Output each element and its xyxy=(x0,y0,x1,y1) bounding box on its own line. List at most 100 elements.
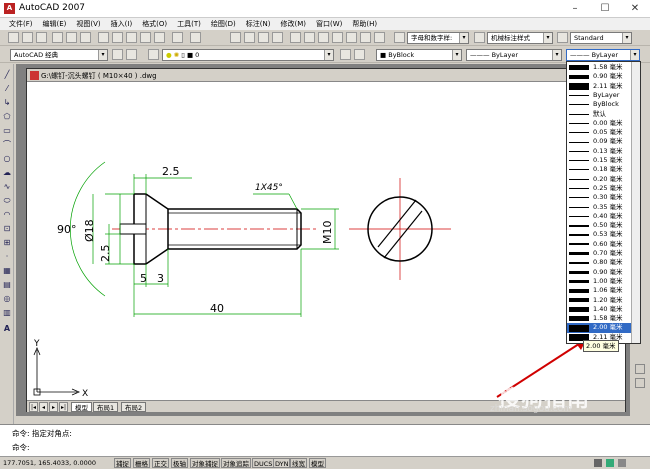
print-icon[interactable] xyxy=(52,32,63,43)
cut-icon[interactable] xyxy=(98,32,109,43)
tray-settings-icon[interactable] xyxy=(606,459,614,467)
otrack-toggle[interactable]: 对象追踪 xyxy=(221,458,251,468)
erase-icon[interactable] xyxy=(635,364,645,374)
lock-icon[interactable] xyxy=(594,459,602,467)
lineweight-option[interactable]: 默认 xyxy=(567,110,631,119)
arc-icon[interactable]: ⌒ xyxy=(2,140,12,150)
explode-icon[interactable] xyxy=(635,378,645,388)
insert-block-icon[interactable]: ⊡ xyxy=(2,224,12,234)
ellipse-arc-icon[interactable]: ◠ xyxy=(2,210,12,220)
layer-manager-icon[interactable] xyxy=(148,49,159,60)
ducs-toggle[interactable]: DUCS xyxy=(252,458,275,468)
menu-window[interactable]: 窗口(W) xyxy=(311,18,347,30)
revision-cloud-icon[interactable]: ☁ xyxy=(2,168,12,178)
zoom-window-icon[interactable] xyxy=(258,32,269,43)
preview-icon[interactable] xyxy=(66,32,77,43)
lineweight-option[interactable]: ByLayer xyxy=(567,91,631,100)
lineweight-option[interactable]: 0.53 毫米 xyxy=(567,230,631,239)
layer-previous-icon[interactable] xyxy=(354,49,365,60)
dyn-toggle[interactable]: DYN xyxy=(273,458,291,468)
zoom-realtime-icon[interactable] xyxy=(244,32,255,43)
lineweight-option[interactable]: 0.15 毫米 xyxy=(567,156,631,165)
workspace-save-icon[interactable] xyxy=(126,49,137,60)
properties-icon[interactable] xyxy=(290,32,301,43)
lineweight-option[interactable]: 0.60 毫米 xyxy=(567,240,631,249)
menu-tools[interactable]: 工具(T) xyxy=(172,18,206,30)
lineweight-option[interactable]: 0.30 毫米 xyxy=(567,193,631,202)
lineweight-option[interactable]: 2.00 毫米 xyxy=(567,323,631,333)
menu-file[interactable]: 文件(F) xyxy=(4,18,38,30)
lineweight-dropdown[interactable]: 1.58 毫米 0.90 毫米 2.11 毫米 ByLayer ByBlock 默认 0.0… xyxy=(566,61,641,344)
polar-toggle[interactable]: 极轴 xyxy=(171,458,188,468)
first-tab-icon[interactable]: |◂ xyxy=(29,402,38,412)
match-properties-icon[interactable] xyxy=(140,32,151,43)
multiline-text-icon[interactable]: A xyxy=(2,324,12,334)
lineweight-option[interactable]: 0.90 毫米 xyxy=(567,268,631,277)
gradient-icon[interactable]: ▤ xyxy=(2,280,12,290)
lineweight-option[interactable]: 1.58 毫米 xyxy=(567,63,631,72)
region-icon[interactable]: ◎ xyxy=(2,294,12,304)
snap-toggle[interactable]: 捕捉 xyxy=(114,458,131,468)
redo-icon[interactable] xyxy=(190,32,201,43)
markup-icon[interactable] xyxy=(346,32,357,43)
linetype-combo[interactable]: ——— ByLayer ▾ xyxy=(466,49,562,61)
hatch-icon[interactable]: ▦ xyxy=(2,266,12,276)
publish-icon[interactable] xyxy=(80,32,91,43)
tool-palettes-icon[interactable] xyxy=(318,32,329,43)
next-tab-icon[interactable]: ▸ xyxy=(49,402,58,412)
ellipse-icon[interactable]: ⬭ xyxy=(2,196,12,206)
menu-modify[interactable]: 修改(M) xyxy=(275,18,311,30)
lineweight-option[interactable]: 1.06 毫米 xyxy=(567,286,631,295)
help-icon[interactable] xyxy=(374,32,385,43)
undo-icon[interactable] xyxy=(172,32,183,43)
close-button[interactable]: ✕ xyxy=(620,0,650,18)
lineweight-option[interactable]: 0.05 毫米 xyxy=(567,128,631,137)
sheet-set-icon[interactable] xyxy=(332,32,343,43)
paste-icon[interactable] xyxy=(126,32,137,43)
menu-draw[interactable]: 绘图(D) xyxy=(206,18,241,30)
lineweight-option[interactable]: 0.18 毫米 xyxy=(567,165,631,174)
dim-style-combo[interactable]: 机械标注样式 ▾ xyxy=(487,32,553,44)
table-icon[interactable]: ▥ xyxy=(2,308,12,318)
copy-icon[interactable] xyxy=(112,32,123,43)
calculator-icon[interactable] xyxy=(360,32,371,43)
minimize-button[interactable]: – xyxy=(560,0,590,18)
polygon-icon[interactable]: ⬠ xyxy=(2,112,12,122)
model-toggle[interactable]: 模型 xyxy=(309,458,326,468)
zoom-previous-icon[interactable] xyxy=(272,32,283,43)
drawing-canvas[interactable]: 2.5 1X45° 90° Ø18 2.5 M10 5 3 40 Y X xyxy=(27,82,625,400)
tab-layout1[interactable]: 布局1 xyxy=(93,402,119,412)
dim-style-icon[interactable] xyxy=(474,32,485,43)
point-icon[interactable]: · xyxy=(2,252,12,262)
lineweight-option[interactable]: 2.11 毫米 xyxy=(567,82,631,91)
ortho-toggle[interactable]: 正交 xyxy=(152,458,169,468)
tab-layout2[interactable]: 布局2 xyxy=(121,402,147,412)
pan-icon[interactable] xyxy=(230,32,241,43)
circle-icon[interactable]: ○ xyxy=(2,154,12,164)
menu-format[interactable]: 格式(O) xyxy=(137,18,172,30)
lineweight-option[interactable]: 0.25 毫米 xyxy=(567,184,631,193)
spline-icon[interactable]: ∿ xyxy=(2,182,12,192)
block-editor-icon[interactable] xyxy=(154,32,165,43)
workspace-settings-icon[interactable] xyxy=(112,49,123,60)
text-style-icon[interactable] xyxy=(394,32,405,43)
prev-tab-icon[interactable]: ◂ xyxy=(39,402,48,412)
lineweight-option[interactable]: 1.40 毫米 xyxy=(567,305,631,314)
make-block-icon[interactable]: ⊞ xyxy=(2,238,12,248)
maximize-button[interactable]: ☐ xyxy=(590,0,620,18)
lineweight-option[interactable]: 0.35 毫米 xyxy=(567,203,631,212)
lineweight-option[interactable]: 0.80 毫米 xyxy=(567,258,631,267)
construction-line-icon[interactable]: ⁄ xyxy=(2,84,12,94)
text-style-combo[interactable]: 字母和数字样: ▾ xyxy=(407,32,469,44)
lineweight-option[interactable]: 1.20 毫米 xyxy=(567,296,631,305)
workspace-combo[interactable]: AutoCAD 经典 ▾ xyxy=(10,49,108,61)
lineweight-option[interactable]: 0.20 毫米 xyxy=(567,175,631,184)
command-window[interactable]: 命令: 指定对角点: 命令: xyxy=(0,424,650,456)
layer-combo[interactable]: ● ✺ ▯ ■ 0 ▾ xyxy=(162,49,334,61)
lineweight-option[interactable]: 0.00 毫米 xyxy=(567,119,631,128)
lineweight-option[interactable]: 0.70 毫米 xyxy=(567,249,631,258)
save-icon[interactable] xyxy=(36,32,47,43)
polyline-icon[interactable]: ↳ xyxy=(2,98,12,108)
color-combo[interactable]: ■ ByBlock ▾ xyxy=(376,49,462,61)
make-current-layer-icon[interactable] xyxy=(340,49,351,60)
